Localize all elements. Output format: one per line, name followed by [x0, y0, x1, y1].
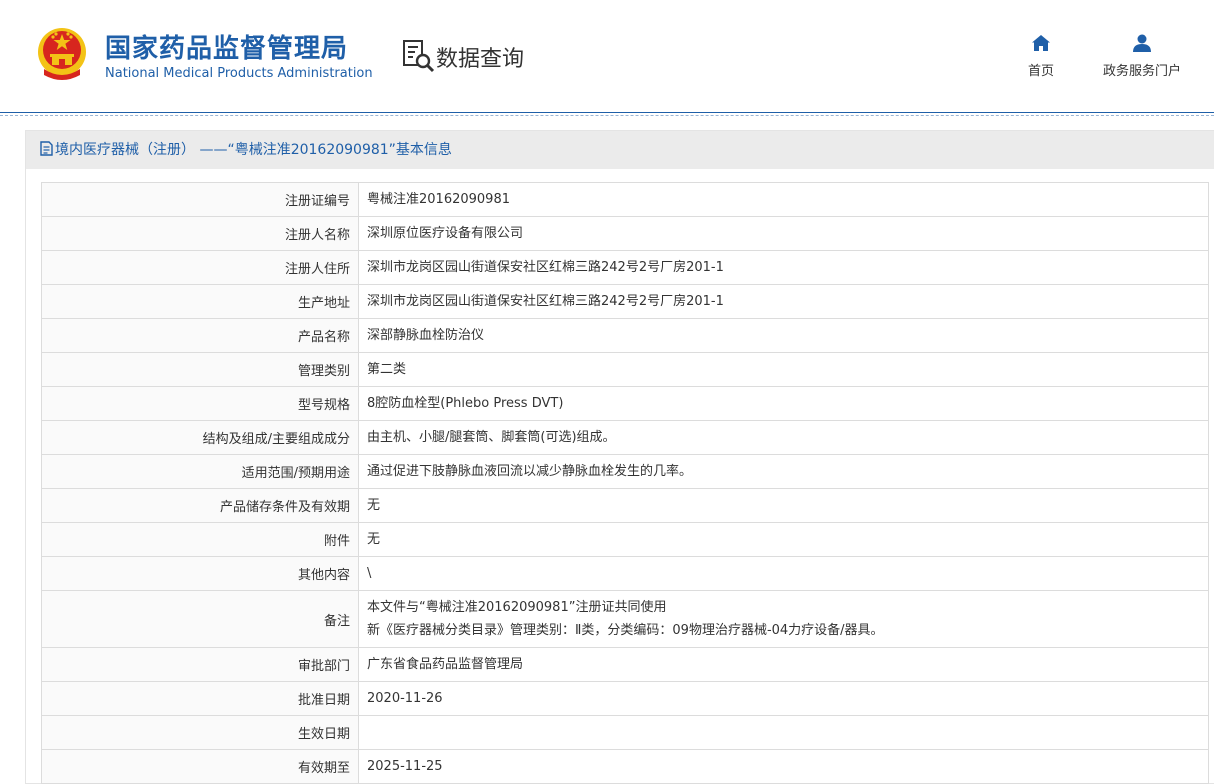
field-label: 附件	[41, 522, 359, 557]
table-row: 产品名称 深部静脉血栓防治仪	[41, 318, 1209, 353]
field-value: 粤械注准20162090981	[358, 182, 1209, 217]
site-header: 国家药品监督管理局 National Medical Products Admi…	[0, 0, 1214, 116]
field-value: 深圳市龙岗区园山街道保安社区红棉三路242号2号厂房201-1	[358, 250, 1209, 285]
field-label: 审批部门	[41, 647, 359, 682]
document-icon	[40, 141, 53, 156]
field-value: 广东省食品药品监督管理局	[358, 647, 1209, 682]
field-value: 8腔防血栓型(Phlebo Press DVT)	[358, 386, 1209, 421]
table-row: 其他内容 \	[41, 556, 1209, 591]
field-value: 深圳市龙岗区园山街道保安社区红棉三路242号2号厂房201-1	[358, 284, 1209, 319]
table-row: 生效日期	[41, 715, 1209, 750]
field-label: 注册人住所	[41, 250, 359, 285]
national-emblem-icon[interactable]	[36, 25, 88, 81]
table-row: 有效期至 2025-11-25	[41, 749, 1209, 784]
field-label: 生产地址	[41, 284, 359, 319]
user-icon	[1133, 34, 1151, 52]
field-value: 本文件与“粤械注准20162090981”注册证共同使用 新《医疗器械分类目录》…	[358, 590, 1209, 648]
data-query-title: 数据查询	[436, 47, 525, 72]
document-search-icon	[403, 40, 435, 73]
agency-name-en[interactable]: National Medical Products Administration	[105, 66, 373, 81]
home-icon	[1032, 35, 1050, 51]
table-row: 注册证编号 粤械注准20162090981	[41, 182, 1209, 217]
field-label: 备注	[41, 590, 359, 648]
field-label: 型号规格	[41, 386, 359, 421]
table-row: 批准日期 2020-11-26	[41, 681, 1209, 716]
field-value: \	[358, 556, 1209, 591]
registration-info-table: 注册证编号 粤械注准20162090981 注册人名称 深圳原位医疗设备有限公司…	[41, 182, 1209, 784]
panel-title: 境内医疗器械（注册） ——“粤械注准20162090981”基本信息	[55, 142, 452, 158]
field-value: 由主机、小腿/腿套筒、脚套筒(可选)组成。	[358, 420, 1209, 455]
table-row: 产品储存条件及有效期 无	[41, 488, 1209, 523]
remark-line: 新《医疗器械分类目录》管理类别：Ⅱ类，分类编码：09物理治疗器械-04力疗设备/…	[367, 623, 884, 638]
table-row: 注册人住所 深圳市龙岗区园山街道保安社区红棉三路242号2号厂房201-1	[41, 250, 1209, 285]
field-label: 产品储存条件及有效期	[41, 488, 359, 523]
table-row: 注册人名称 深圳原位医疗设备有限公司	[41, 216, 1209, 251]
nav-home-label[interactable]: 首页	[1028, 64, 1054, 79]
nav-service-portal-label[interactable]: 政务服务门户	[1103, 64, 1181, 79]
field-value: 无	[358, 522, 1209, 557]
table-row: 结构及组成/主要组成成分 由主机、小腿/腿套筒、脚套筒(可选)组成。	[41, 420, 1209, 455]
field-label: 批准日期	[41, 681, 359, 716]
table-row: 审批部门 广东省食品药品监督管理局	[41, 647, 1209, 682]
field-label: 有效期至	[41, 749, 359, 784]
field-value: 第二类	[358, 352, 1209, 387]
field-label: 注册人名称	[41, 216, 359, 251]
field-value: 深圳原位医疗设备有限公司	[358, 216, 1209, 251]
registration-detail-panel: 境内医疗器械（注册） ——“粤械注准20162090981”基本信息 注册证编号…	[25, 130, 1214, 784]
field-value: 深部静脉血栓防治仪	[358, 318, 1209, 353]
remark-line: 本文件与“粤械注准20162090981”注册证共同使用	[367, 600, 667, 615]
field-label: 注册证编号	[41, 182, 359, 217]
field-value: 无	[358, 488, 1209, 523]
field-label: 其他内容	[41, 556, 359, 591]
nav-home[interactable]: 首页	[1020, 34, 1062, 79]
field-label: 生效日期	[41, 715, 359, 750]
panel-header: 境内医疗器械（注册） ——“粤械注准20162090981”基本信息	[26, 131, 1214, 169]
field-label: 产品名称	[41, 318, 359, 353]
field-label: 适用范围/预期用途	[41, 454, 359, 489]
table-row: 附件 无	[41, 522, 1209, 557]
table-row: 备注 本文件与“粤械注准20162090981”注册证共同使用 新《医疗器械分类…	[41, 590, 1209, 648]
field-value: 2020-11-26	[358, 681, 1209, 716]
field-value: 通过促进下肢静脉血液回流以减少静脉血栓发生的几率。	[358, 454, 1209, 489]
field-value: 2025-11-25	[358, 749, 1209, 784]
table-row: 适用范围/预期用途 通过促进下肢静脉血液回流以减少静脉血栓发生的几率。	[41, 454, 1209, 489]
table-row: 型号规格 8腔防血栓型(Phlebo Press DVT)	[41, 386, 1209, 421]
field-label: 结构及组成/主要组成成分	[41, 420, 359, 455]
field-label: 管理类别	[41, 352, 359, 387]
agency-name-cn[interactable]: 国家药品监督管理局	[105, 28, 348, 65]
table-row: 生产地址 深圳市龙岗区园山街道保安社区红棉三路242号2号厂房201-1	[41, 284, 1209, 319]
table-row: 管理类别 第二类	[41, 352, 1209, 387]
nav-service-portal[interactable]: 政务服务门户	[1095, 34, 1189, 79]
field-value	[358, 715, 1209, 750]
